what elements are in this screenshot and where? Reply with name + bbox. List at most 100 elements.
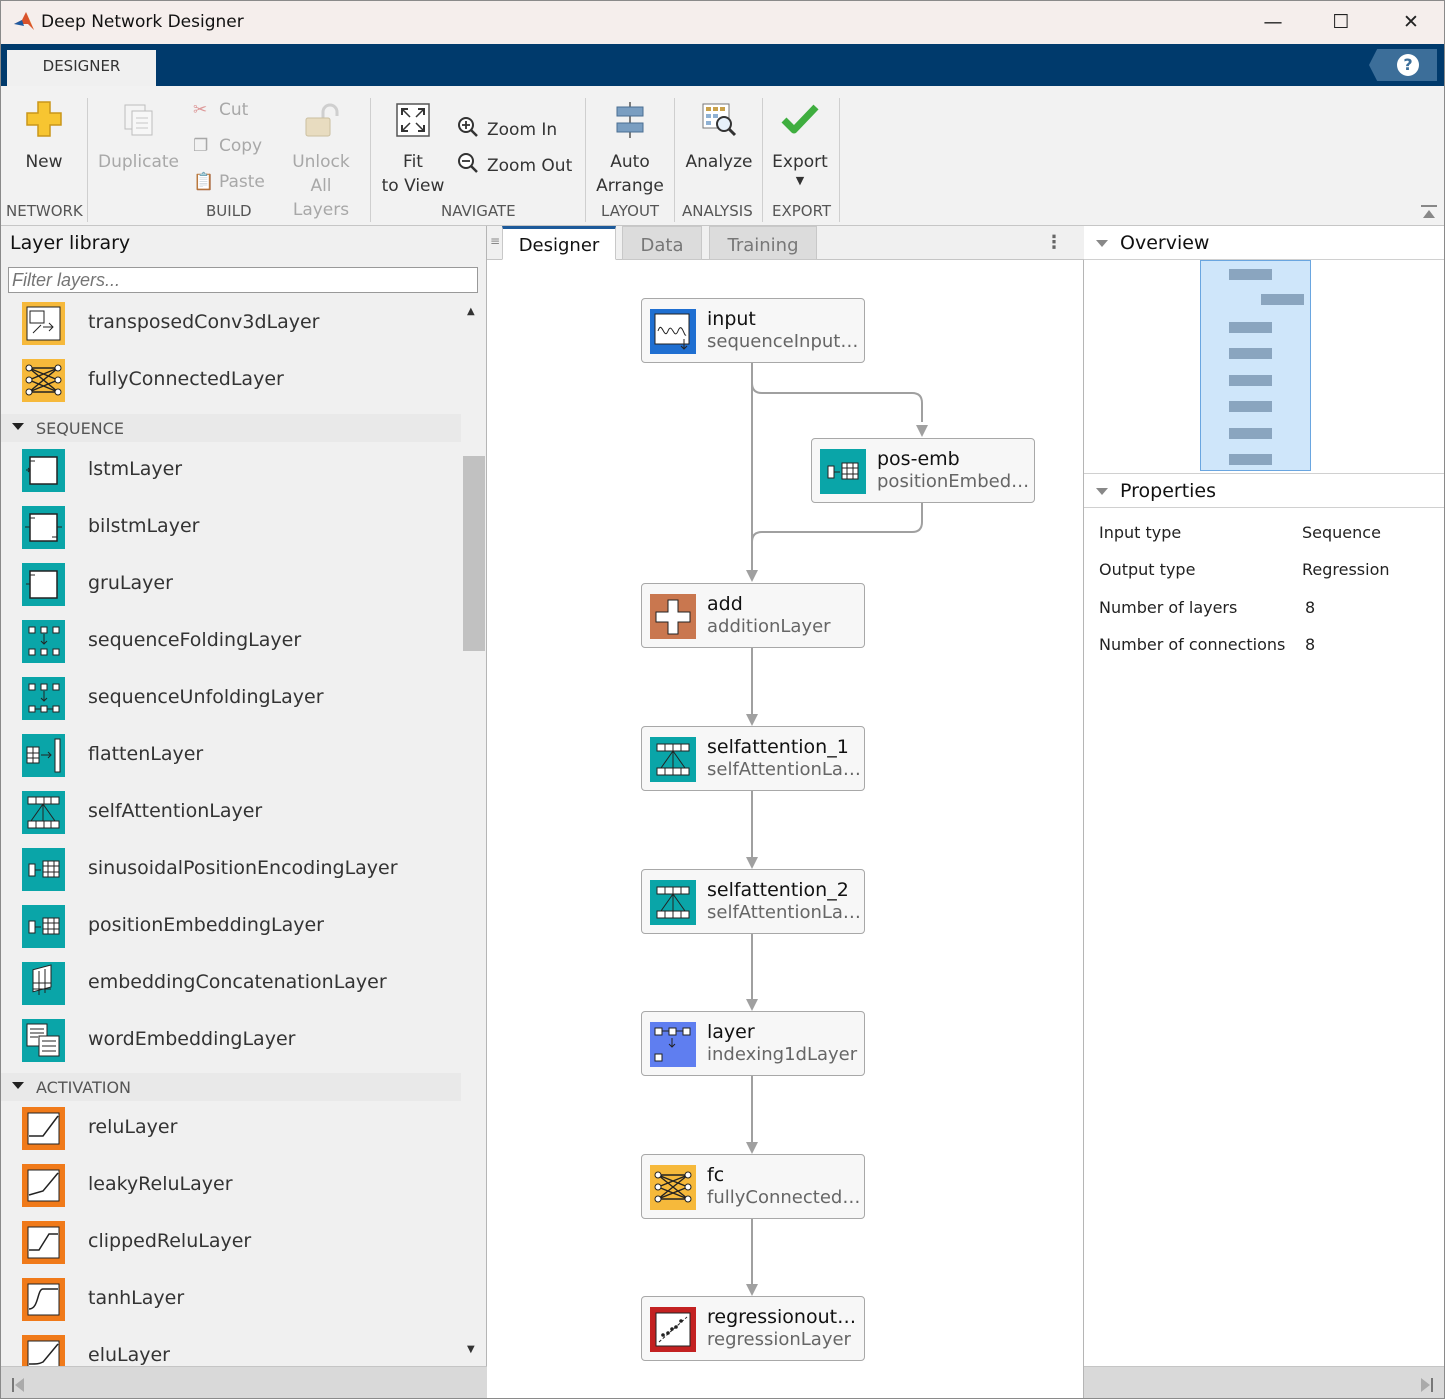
new-label: New bbox=[25, 152, 63, 172]
separator bbox=[674, 98, 675, 222]
leaky-relu-icon bbox=[22, 1164, 65, 1207]
library-item-lstm[interactable]: lstmLayer bbox=[21, 448, 461, 496]
library-item-transposedconv3d[interactable]: transposedConv3dLayer bbox=[21, 301, 461, 349]
library-item-sequenceunfolding[interactable]: sequenceUnfoldingLayer bbox=[21, 676, 461, 724]
node-name: selfattention_1 bbox=[707, 736, 849, 758]
paste-button[interactable]: 📋 Paste bbox=[193, 170, 273, 196]
overview-title: Overview bbox=[1120, 232, 1210, 254]
library-item-tanh[interactable]: tanhLayer bbox=[21, 1277, 461, 1325]
library-item-label: fullyConnectedLayer bbox=[88, 368, 284, 390]
maximize-button[interactable]: ☐ bbox=[1317, 7, 1365, 37]
right-horizontal-scrollbar[interactable] bbox=[1084, 1366, 1444, 1398]
property-label: Number of connections bbox=[1099, 635, 1286, 654]
scissors-icon: ✂ bbox=[193, 100, 208, 120]
node-regressionoutput[interactable]: regressionout… regressionLayer bbox=[641, 1296, 865, 1361]
library-scrollbar-thumb[interactable] bbox=[463, 456, 485, 651]
copy-button[interactable]: ❐ Copy bbox=[193, 134, 273, 160]
collapse-toolstrip-icon[interactable] bbox=[1419, 204, 1439, 220]
zoom-out-button[interactable]: Zoom Out bbox=[457, 152, 577, 178]
section-analysis: ANALYSIS bbox=[682, 202, 753, 220]
separator bbox=[87, 98, 88, 222]
toolstrip: New NETWORK Duplicate ✂ Cut ❐ Copy 📋 Paste bbox=[1, 86, 1444, 226]
cut-button[interactable]: ✂ Cut bbox=[193, 98, 273, 124]
node-selfattention-2[interactable]: selfattention_2 selfAttentionLa… bbox=[641, 869, 865, 934]
auto-arrange-button[interactable]: Auto Arrange bbox=[594, 102, 666, 198]
library-item-label: selfAttentionLayer bbox=[88, 800, 263, 822]
collapse-arrow-icon bbox=[12, 1082, 24, 1089]
library-item-wordembedding[interactable]: wordEmbeddingLayer bbox=[21, 1018, 461, 1066]
separator bbox=[370, 98, 371, 222]
category-activation[interactable]: ACTIVATION bbox=[1, 1073, 461, 1101]
library-horizontal-scrollbar[interactable] bbox=[1, 1366, 487, 1398]
library-item-positionembedding[interactable]: positionEmbeddingLayer bbox=[21, 904, 461, 952]
collapse-arrow-icon bbox=[12, 423, 24, 430]
separator bbox=[585, 98, 586, 222]
overview-header[interactable]: Overview bbox=[1084, 226, 1444, 260]
separator bbox=[839, 98, 840, 222]
properties-title: Properties bbox=[1120, 480, 1217, 502]
category-sequence[interactable]: SEQUENCE bbox=[1, 414, 461, 442]
scroll-down-arrow-icon[interactable]: ▼ bbox=[467, 1344, 475, 1355]
help-button[interactable]: ? bbox=[1369, 49, 1437, 81]
library-item-gru[interactable]: gruLayer bbox=[21, 562, 461, 610]
filter-layers-input[interactable] bbox=[8, 267, 478, 293]
node-name: input bbox=[707, 308, 756, 330]
sequence-unfolding-icon bbox=[22, 677, 65, 720]
scroll-right-end-icon[interactable] bbox=[1420, 1377, 1434, 1393]
library-item-elu[interactable]: eluLayer bbox=[21, 1334, 461, 1366]
node-type: positionEmbed… bbox=[877, 471, 1030, 492]
sequence-input-icon bbox=[650, 309, 696, 354]
minimize-button[interactable]: — bbox=[1249, 7, 1297, 37]
library-item-fullyconnected[interactable]: fullyConnectedLayer bbox=[21, 358, 461, 406]
scroll-up-arrow-icon[interactable]: ▲ bbox=[467, 306, 475, 317]
duplicate-button[interactable]: Duplicate bbox=[98, 102, 179, 192]
node-name: fc bbox=[707, 1164, 725, 1186]
library-item-flatten[interactable]: flattenLayer bbox=[21, 733, 461, 781]
node-type: selfAttentionLa… bbox=[707, 902, 861, 923]
cut-label: Cut bbox=[219, 100, 249, 120]
copy-icon: ❐ bbox=[193, 136, 209, 156]
checkmark-icon bbox=[781, 104, 819, 134]
node-type: additionLayer bbox=[707, 616, 831, 637]
node-selfattention-1[interactable]: selfattention_1 selfAttentionLa… bbox=[641, 726, 865, 791]
node-pos-emb[interactable]: pos-emb positionEmbed… bbox=[811, 438, 1035, 503]
export-dropdown-icon: ▼ bbox=[795, 174, 805, 187]
node-name: add bbox=[707, 593, 743, 615]
zoom-in-label: Zoom In bbox=[487, 120, 558, 140]
overview-minimap[interactable] bbox=[1084, 260, 1444, 474]
property-value: Regression bbox=[1302, 560, 1390, 579]
node-layer[interactable]: layer indexing1dLayer bbox=[641, 1011, 865, 1076]
new-button[interactable]: New bbox=[15, 100, 73, 190]
position-encoding-icon bbox=[22, 848, 65, 891]
library-item-selfattention[interactable]: selfAttentionLayer bbox=[21, 790, 461, 838]
overview-node bbox=[1229, 454, 1272, 465]
library-item-bilstm[interactable]: bilstmLayer bbox=[21, 505, 461, 553]
tab-designer[interactable]: DESIGNER bbox=[7, 50, 156, 86]
library-item-clippedrelu[interactable]: clippedReluLayer bbox=[21, 1220, 461, 1268]
export-button[interactable]: Export ▼ bbox=[769, 102, 831, 198]
properties-header[interactable]: Properties bbox=[1084, 474, 1444, 508]
node-add[interactable]: add additionLayer bbox=[641, 583, 865, 648]
node-input[interactable]: input sequenceInput… bbox=[641, 298, 865, 363]
section-navigate: NAVIGATE bbox=[441, 202, 516, 220]
library-item-leakyrelu[interactable]: leakyReluLayer bbox=[21, 1163, 461, 1211]
node-type: sequenceInput… bbox=[707, 331, 859, 352]
scroll-left-end-icon[interactable] bbox=[11, 1377, 25, 1393]
library-item-relu[interactable]: reluLayer bbox=[21, 1106, 461, 1154]
embedding-concatenation-icon bbox=[22, 962, 65, 1005]
unlock-all-layers-button[interactable]: Unlock All Layers bbox=[281, 102, 361, 220]
help-icon: ? bbox=[1397, 54, 1419, 76]
library-item-sequencefolding[interactable]: sequenceFoldingLayer bbox=[21, 619, 461, 667]
close-button[interactable]: ✕ bbox=[1387, 7, 1435, 37]
node-fc[interactable]: fc fullyConnected… bbox=[641, 1154, 865, 1219]
analyze-button[interactable]: Analyze bbox=[683, 102, 755, 192]
fit-to-view-button[interactable]: Fit to View bbox=[378, 102, 448, 198]
library-item-sinusoidalpositionencoding[interactable]: sinusoidalPositionEncodingLayer bbox=[21, 847, 461, 895]
tanh-icon bbox=[22, 1278, 65, 1321]
zoom-in-button[interactable]: Zoom In bbox=[457, 116, 577, 142]
word-embedding-icon bbox=[22, 1019, 65, 1062]
library-item-label: tanhLayer bbox=[88, 1287, 185, 1309]
flatten-icon bbox=[22, 734, 65, 777]
overview-viewport[interactable] bbox=[1200, 260, 1311, 471]
library-item-embeddingconcatenation[interactable]: embeddingConcatenationLayer bbox=[21, 961, 461, 1009]
